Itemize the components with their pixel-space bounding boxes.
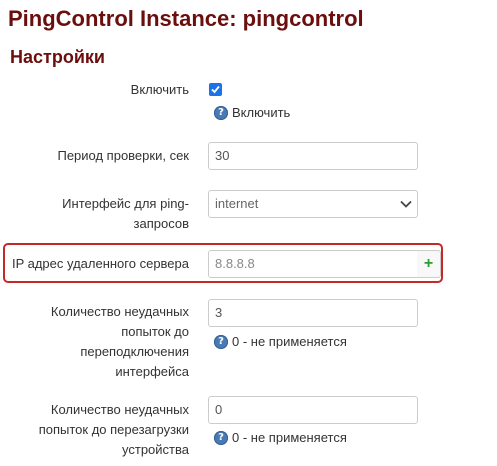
add-ip-button[interactable]: + [417,250,441,278]
reboot-failures-input[interactable]: 0 [208,396,418,424]
reboot-failures-label: Количество неудачных попыток до перезагр… [38,402,189,457]
checkmark-icon [211,85,220,94]
chevron-down-icon [400,200,412,208]
period-input[interactable]: 30 [208,142,418,170]
question-icon: ? [214,105,228,120]
reconnect-failures-hint: ? 0 - не применяется [214,334,347,349]
ip-label: IP адрес удаленного сервера [11,256,189,271]
interface-label: Интерфейс для ping-запросов [62,196,189,231]
section-title: Настройки [10,47,105,67]
reboot-failures-hint: ? 0 - не применяется [214,430,347,445]
interface-selected: internet [215,196,259,211]
enable-hint: ? Включить [214,105,290,120]
period-label: Период проверки, сек [57,148,189,163]
question-icon: ? [214,334,228,349]
enable-hint-text: Включить [232,105,291,120]
page-title: PingControl Instance: pingcontrol [8,6,364,31]
enable-label: Включить [130,82,189,97]
reconnect-failures-input[interactable]: 3 [208,299,418,327]
plus-icon: + [423,255,434,272]
ip-input[interactable]: 8.8.8.8 [208,250,418,278]
reboot-failures-hint-text: 0 - не применяется [232,430,347,445]
enable-checkbox[interactable] [209,83,222,96]
question-icon: ? [214,430,228,445]
reconnect-failures-hint-text: 0 - не применяется [232,334,347,349]
reconnect-failures-label: Количество неудачных попыток до переподк… [50,304,189,379]
interface-select[interactable]: internet [208,190,418,218]
